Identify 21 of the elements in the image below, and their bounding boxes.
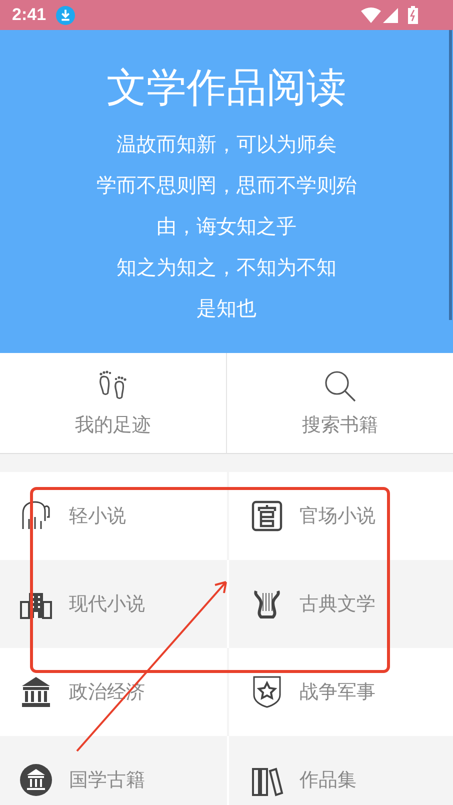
quick-action[interactable]: 搜索书籍	[226, 353, 453, 453]
signal-icon	[383, 8, 398, 22]
poem-line: 由，诲女知之乎	[156, 213, 296, 240]
category-item[interactable]: 现代小说	[0, 560, 226, 648]
download-icon	[56, 6, 76, 24]
temple-icon	[19, 675, 53, 709]
official-seal-icon	[250, 499, 284, 533]
wifi-icon	[361, 7, 381, 23]
battery-icon	[408, 6, 418, 24]
pavilion-icon	[19, 763, 53, 797]
category-item[interactable]: 国学古籍	[0, 736, 226, 805]
category-item[interactable]: 古典文学	[226, 560, 453, 648]
poem-line: 是知也	[196, 295, 256, 322]
category-item[interactable]: 作品集	[226, 736, 453, 805]
poem-line: 知之为知之，不知为不知	[116, 254, 336, 281]
page-title: 文学作品阅读	[106, 64, 346, 113]
search-icon	[322, 368, 358, 404]
quick-action[interactable]: 我的足迹	[0, 353, 226, 453]
status-time: 2:41	[12, 5, 46, 25]
poem-line: 温故而知新，可以为师矣	[116, 131, 336, 158]
poem-line: 学而不思则罔，思而不学则殆	[96, 172, 356, 199]
